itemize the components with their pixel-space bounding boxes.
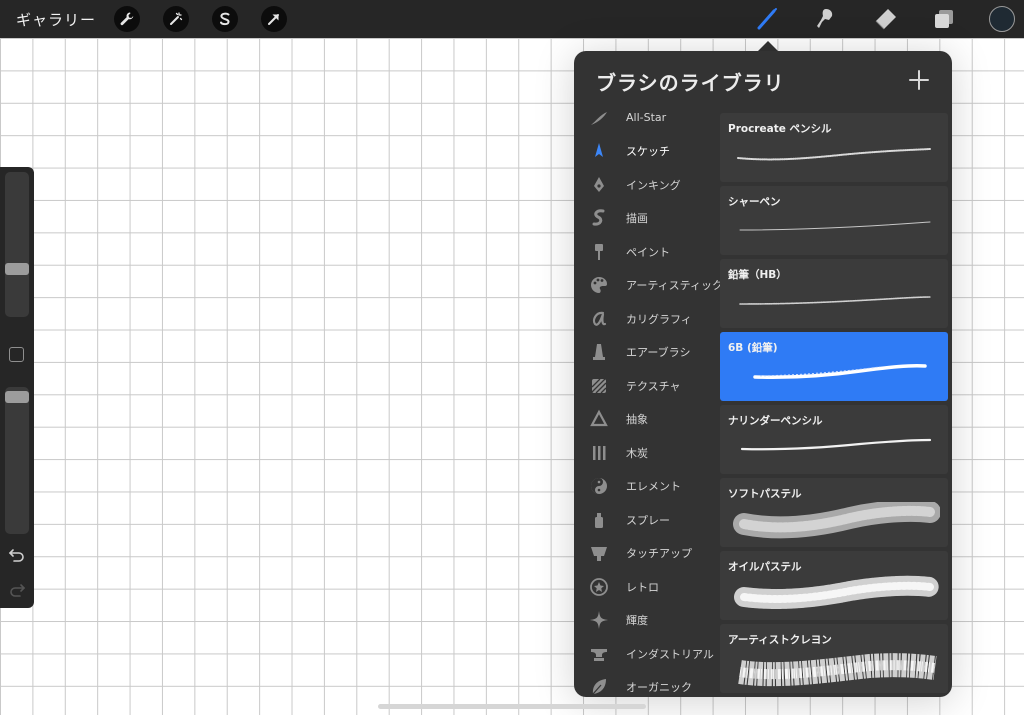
- leaf-icon: [588, 676, 610, 697]
- brush-item-selected[interactable]: 6B (鉛筆): [720, 332, 948, 401]
- category-item[interactable]: All-Star: [574, 101, 720, 135]
- pencil-tip-icon: [588, 140, 610, 162]
- brush-item[interactable]: Procreate ペンシル: [720, 113, 948, 182]
- airbrush-icon: [588, 341, 610, 363]
- brush-stroke-preview: [739, 296, 931, 305]
- add-brush-button[interactable]: [908, 69, 930, 91]
- category-item[interactable]: アーティスティック: [574, 269, 723, 303]
- brush-stroke-preview: [733, 502, 940, 539]
- home-indicator[interactable]: [378, 704, 646, 709]
- opacity-slider[interactable]: [5, 387, 29, 534]
- yin-yang-icon: [588, 475, 610, 497]
- category-item[interactable]: インキング: [574, 168, 720, 202]
- texture-icon: [588, 375, 610, 397]
- brush-icon[interactable]: [753, 5, 781, 33]
- redo-icon[interactable]: [8, 582, 26, 602]
- category-item[interactable]: 描画: [574, 202, 720, 236]
- wrench-icon[interactable]: [114, 6, 141, 32]
- spray-can-icon: [588, 509, 610, 531]
- category-item[interactable]: スプレー: [574, 503, 720, 537]
- brush-size-knob[interactable]: [5, 263, 29, 275]
- brush-stroke-preview: [739, 221, 931, 231]
- anvil-icon: [588, 643, 610, 665]
- brush-item[interactable]: アーティストクレヨン: [720, 624, 948, 693]
- popover-pointer: [758, 41, 778, 51]
- eraser-icon[interactable]: [871, 5, 899, 33]
- category-item[interactable]: レトロ: [574, 570, 720, 604]
- right-tools: [753, 0, 1024, 38]
- triangle-icon: [588, 408, 610, 430]
- brush-stroke-preview: [740, 438, 932, 451]
- palette-icon: [588, 274, 610, 296]
- modify-button[interactable]: [9, 347, 24, 362]
- selection-icon[interactable]: [212, 6, 239, 32]
- calligraphy-icon: [588, 308, 610, 330]
- layers-icon[interactable]: [930, 5, 958, 33]
- category-item[interactable]: 抽象: [574, 403, 720, 437]
- pen-nib-icon: [588, 174, 610, 196]
- brush-item[interactable]: ナリンダーペンシル: [720, 405, 948, 474]
- brush-library-title: ブラシのライブラリ: [596, 71, 785, 95]
- brush-size-slider[interactable]: [5, 172, 29, 317]
- category-item[interactable]: インダストリアル: [574, 637, 720, 671]
- opacity-knob[interactable]: [5, 391, 29, 403]
- category-item[interactable]: 輝度: [574, 604, 720, 638]
- gallery-button[interactable]: ギャラリー: [16, 9, 96, 30]
- brush-item[interactable]: 鉛筆（HB）: [720, 259, 948, 328]
- category-item[interactable]: 木炭: [574, 436, 720, 470]
- sidebar-sliders: [0, 167, 34, 608]
- undo-icon[interactable]: [8, 547, 26, 567]
- touchup-icon: [588, 542, 610, 564]
- smudge-icon[interactable]: [812, 5, 840, 33]
- brush-stroke-preview: [734, 575, 940, 609]
- category-item[interactable]: テクスチャ: [574, 369, 720, 403]
- feather-icon: [588, 107, 610, 129]
- color-swatch[interactable]: [989, 6, 1015, 32]
- paint-brush-icon: [588, 241, 610, 263]
- category-item[interactable]: スケッチ: [574, 135, 720, 169]
- category-item[interactable]: ペイント: [574, 235, 720, 269]
- charcoal-icon: [588, 442, 610, 464]
- brush-library-popover: ブラシのライブラリ All-Star スケッチ インキング 描画 ペイント アー…: [574, 51, 952, 697]
- category-item[interactable]: タッチアップ: [574, 537, 720, 571]
- brush-stroke-preview: [753, 364, 927, 379]
- magic-wand-icon[interactable]: [163, 6, 190, 32]
- star-badge-icon: [588, 576, 610, 598]
- category-list: All-Star スケッチ インキング 描画 ペイント アーティスティック カリ…: [574, 101, 723, 698]
- category-item[interactable]: オーガニック: [574, 671, 720, 698]
- brush-stroke-preview: [737, 148, 931, 161]
- category-item[interactable]: エレメント: [574, 470, 720, 504]
- brush-item[interactable]: シャーペン: [720, 186, 948, 255]
- brush-item[interactable]: ソフトパステル: [720, 478, 948, 547]
- brush-item[interactable]: オイルパステル: [720, 551, 948, 620]
- brush-list: Procreate ペンシル シャーペン 鉛筆（HB） 6B (鉛筆) ナリンダ…: [720, 113, 948, 697]
- category-item[interactable]: エアーブラシ: [574, 336, 720, 370]
- top-toolbar: ギャラリー: [0, 0, 1024, 38]
- category-item[interactable]: カリグラフィ: [574, 302, 720, 336]
- brush-stroke-preview: [738, 653, 937, 687]
- squiggle-icon: [588, 207, 610, 229]
- transform-arrow-icon[interactable]: [261, 6, 288, 32]
- sparkle-icon: [588, 609, 610, 631]
